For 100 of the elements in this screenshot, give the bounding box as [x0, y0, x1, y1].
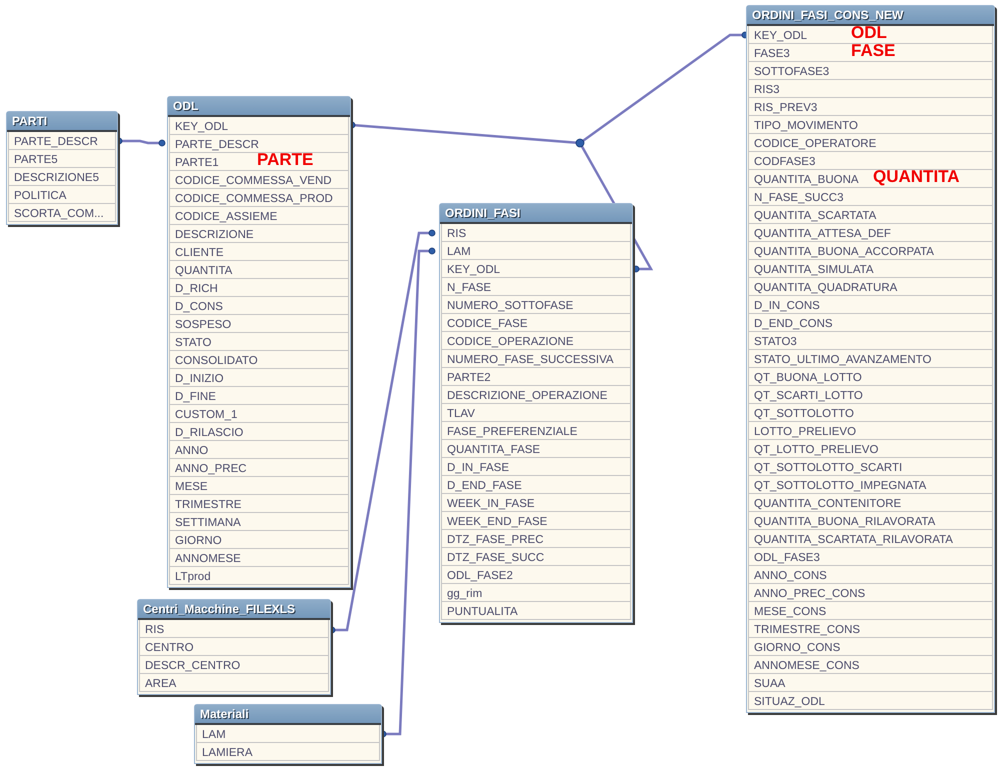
field-name: DTZ_FASE_PREC: [446, 534, 544, 546]
field-name: PARTE_DESCR: [13, 136, 98, 148]
field-name: TRIMESTRE_CONS: [753, 624, 860, 636]
field-name: D_END_CONS: [753, 318, 833, 330]
field-name: DESCRIZIONE5: [13, 172, 99, 184]
field-name: RIS: [144, 624, 164, 636]
field-name: PARTE2: [446, 372, 491, 384]
annotation-label: ODL: [851, 23, 887, 43]
field-name: QT_LOTTO_PRELIEVO: [753, 444, 878, 456]
table-panel[interactable]: [439, 203, 633, 623]
field-name: QUANTITA_BUONA_ACCORPATA: [753, 246, 934, 258]
field-name: ANNOMESE: [174, 553, 241, 565]
field-name: SUAA: [753, 678, 786, 690]
field-name: CLIENTE: [174, 247, 224, 259]
field-name: FASE_PREFERENZIALE: [446, 426, 578, 438]
table-panel[interactable]: [746, 5, 995, 713]
annotation-label: FASE: [851, 41, 896, 61]
field-name: D_FINE: [174, 391, 216, 403]
field-name: STATO3: [753, 336, 797, 348]
field-name: NUMERO_FASE_SUCCESSIVA: [446, 354, 614, 366]
table-title: Materiali: [195, 705, 381, 725]
field-name: SOSPESO: [174, 319, 232, 331]
field-name: D_CONS: [174, 301, 223, 313]
field-name: ODL_FASE2: [446, 570, 513, 582]
field-name: QUANTITA_SIMULATA: [753, 264, 874, 276]
table-title: ORDINI_FASI: [440, 204, 632, 224]
table-title: PARTI: [7, 112, 117, 132]
field-name: PARTE_DESCR: [174, 139, 259, 151]
field-name: ANNO: [174, 445, 208, 457]
field-name: CODICE_COMMESSA_PROD: [174, 193, 333, 205]
field-name: ANNO_PREC: [174, 463, 247, 475]
field-name: ANNO_PREC_CONS: [753, 588, 866, 600]
field-name: TLAV: [446, 408, 475, 420]
field-name: QUANTITA_CONTENITORE: [753, 498, 902, 510]
field-name: GIORNO_CONS: [753, 642, 840, 654]
field-name: QT_SOTTOLOTTO_IMPEGNATA: [753, 480, 926, 492]
field-name: QUANTITA_ATTESA_DEF: [753, 228, 891, 240]
field-name: STATO_ULTIMO_AVANZAMENTO: [753, 354, 932, 366]
field-name: RIS: [446, 228, 466, 240]
field-name: QT_SOTTOLOTTO: [753, 408, 854, 420]
field-name: RIS_PREV3: [753, 102, 818, 114]
field-name: QUANTITA_BUONA: [753, 174, 859, 186]
field-name: QT_BUONA_LOTTO: [753, 372, 862, 384]
field-name: QUANTITA_BUONA_RILAVORATA: [753, 516, 936, 528]
field-name: PUNTUALITA: [446, 606, 518, 618]
table-title: ORDINI_FASI_CONS_NEW: [747, 6, 994, 26]
annotation-label: PARTE: [257, 150, 314, 170]
field-name: CODICE_FASE: [446, 318, 528, 330]
field-name: NUMERO_SOTTOFASE: [446, 300, 574, 312]
field-name: ANNO_CONS: [753, 570, 827, 582]
field-name: LAM: [446, 246, 471, 258]
field-name: POLITICA: [13, 190, 66, 202]
field-name: QUANTITA_FASE: [446, 444, 540, 456]
field-name: WEEK_IN_FASE: [446, 498, 535, 510]
field-name: DESCR_CENTRO: [144, 660, 240, 672]
field-name: CODICE_OPERATORE: [753, 138, 876, 150]
field-name: LOTTO_PRELIEVO: [753, 426, 856, 438]
field-name: WEEK_END_FASE: [446, 516, 548, 528]
field-name: D_IN_CONS: [753, 300, 820, 312]
field-name: ODL_FASE3: [753, 552, 820, 564]
field-name: PARTE5: [13, 154, 58, 166]
table-title: ODL: [168, 97, 350, 117]
field-name: MESE_CONS: [753, 606, 826, 618]
field-name: MESE: [174, 481, 208, 493]
field-name: KEY_ODL: [174, 121, 228, 133]
field-name: D_RICH: [174, 283, 218, 295]
field-name: LTprod: [174, 571, 211, 583]
field-name: QUANTITA_SCARTATA: [753, 210, 876, 222]
field-name: STATO: [174, 337, 212, 349]
table-panel[interactable]: [167, 96, 351, 588]
field-name: QUANTITA: [174, 265, 232, 277]
field-name: N_FASE_SUCC3: [753, 192, 844, 204]
field-name: LAM: [201, 729, 226, 741]
field-name: QUANTITA_SCARTATA_RILAVORATA: [753, 534, 953, 546]
field-name: ANNOMESE_CONS: [753, 660, 860, 672]
field-name: DESCRIZIONE: [174, 229, 254, 241]
table-panel[interactable]: Centri_Macchine_FILEXLS RIS CENTRO DESCR_CENTRO AREA: [137, 599, 331, 695]
field-name: KEY_ODL: [753, 30, 808, 42]
table-panel[interactable]: PARTI PARTE_DESCR PARTE5 DESCRIZIONE5 POLITICA SCORTA_COM...: [6, 111, 118, 225]
field-name: TIPO_MOVIMENTO: [753, 120, 858, 132]
field-name: QT_SCARTI_LOTTO: [753, 390, 863, 402]
field-name: D_INIZIO: [174, 373, 224, 385]
field-name: gg_rim: [446, 588, 482, 600]
field-name: TRIMESTRE: [174, 499, 242, 511]
field-name: CODICE_COMMESSA_VEND: [174, 175, 332, 187]
field-name: KEY_ODL: [446, 264, 500, 276]
field-name: D_IN_FASE: [446, 462, 509, 474]
field-name: PARTE1: [174, 157, 219, 169]
field-name: SOTTOFASE3: [753, 66, 830, 78]
field-name: QUANTITA_QUADRATURA: [753, 282, 898, 294]
field-name: SITUAZ_ODL: [753, 696, 825, 708]
field-name: LAMIERA: [201, 747, 252, 759]
field-name: D_END_FASE: [446, 480, 522, 492]
field-name: DESCRIZIONE_OPERAZIONE: [446, 390, 608, 402]
field-name: DTZ_FASE_SUCC: [446, 552, 544, 564]
table-panel[interactable]: Materiali LAM LAMIERA: [194, 704, 382, 764]
field-name: CODICE_OPERAZIONE: [446, 336, 574, 348]
field-name: CONSOLIDATO: [174, 355, 258, 367]
field-name: SETTIMANA: [174, 517, 241, 529]
field-name: GIORNO: [174, 535, 222, 547]
